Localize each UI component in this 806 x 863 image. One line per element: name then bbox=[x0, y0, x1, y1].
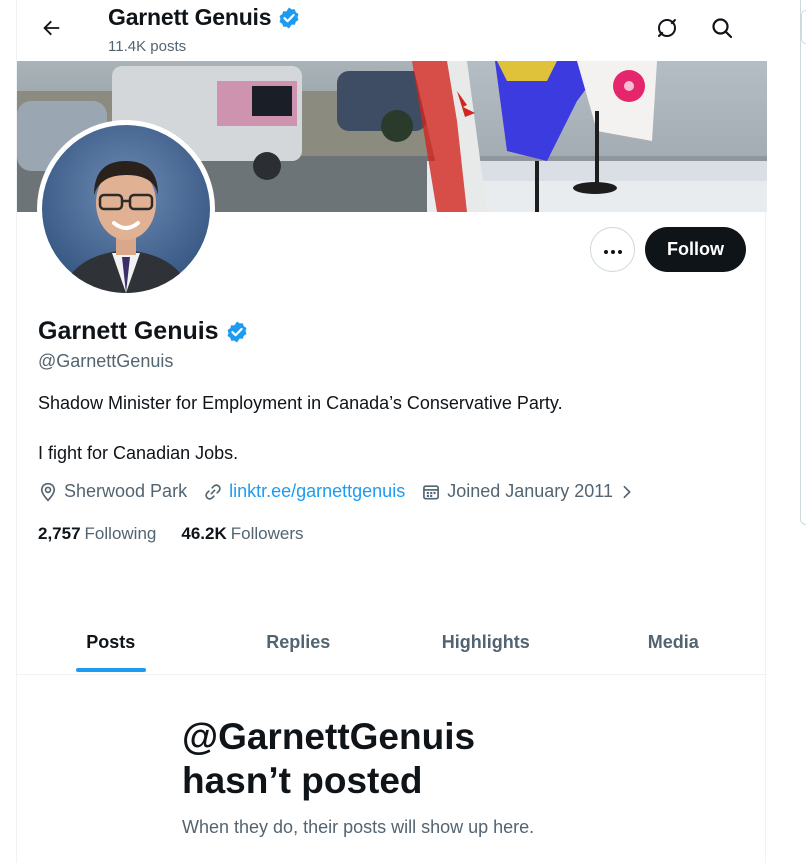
empty-state: @GarnettGenuis hasn’t posted When they d… bbox=[182, 715, 602, 838]
joined-item[interactable]: Joined January 2011 bbox=[421, 481, 635, 502]
avatar-image bbox=[42, 125, 210, 293]
grok-icon bbox=[658, 19, 676, 37]
location-text: Sherwood Park bbox=[64, 481, 188, 501]
header-display-name: Garnett Genuis bbox=[108, 4, 301, 31]
profile-column: Garnett Genuis 11.4K posts Follow Garnet… bbox=[16, 0, 767, 863]
location-item: Sherwood Park bbox=[38, 481, 187, 502]
profile-meta: Sherwood Park linktr.ee/garnettgenuis Jo… bbox=[38, 481, 651, 502]
empty-title-line: hasn’t posted bbox=[182, 760, 423, 801]
sidebar-panel-edge bbox=[800, 0, 806, 525]
chevron-right-icon bbox=[623, 485, 631, 498]
back-arrow-icon bbox=[43, 20, 60, 36]
follow-button[interactable]: Follow bbox=[645, 227, 746, 272]
link-icon bbox=[205, 483, 221, 500]
following-link[interactable]: 2,757 Following bbox=[38, 524, 156, 544]
empty-state-title: @GarnettGenuis hasn’t posted bbox=[182, 715, 602, 803]
header-post-count: 11.4K posts bbox=[108, 38, 187, 55]
bio-line: Shadow Minister for Employment in Canada… bbox=[38, 393, 563, 413]
joined-text: Joined January 2011 bbox=[447, 481, 613, 501]
tab-media[interactable]: Media bbox=[580, 610, 768, 674]
tab-label: Posts bbox=[86, 631, 136, 652]
tab-highlights[interactable]: Highlights bbox=[392, 610, 580, 674]
tab-label: Media bbox=[647, 631, 699, 652]
profile-tabs: Posts Replies Highlights Media bbox=[17, 610, 767, 675]
more-options-button[interactable] bbox=[590, 227, 635, 272]
search-button[interactable] bbox=[706, 12, 738, 44]
tab-replies[interactable]: Replies bbox=[205, 610, 393, 674]
tab-posts[interactable]: Posts bbox=[17, 610, 205, 674]
followers-link[interactable]: 46.2K Followers bbox=[181, 524, 303, 544]
website-item: linktr.ee/garnettgenuis bbox=[203, 481, 405, 502]
empty-title-line: @GarnettGenuis bbox=[182, 716, 476, 757]
search-icon bbox=[712, 18, 733, 39]
profile-header-bar: Garnett Genuis 11.4K posts bbox=[17, 0, 767, 61]
verified-badge-icon[interactable] bbox=[225, 320, 249, 344]
verified-badge-icon[interactable] bbox=[277, 6, 301, 30]
followers-label: Followers bbox=[230, 524, 304, 543]
profile-name-text: Garnett Genuis bbox=[38, 317, 219, 345]
website-link[interactable]: linktr.ee/garnettgenuis bbox=[229, 481, 405, 502]
profile-avatar[interactable] bbox=[37, 120, 215, 298]
tab-label: Highlights bbox=[441, 631, 530, 652]
bio-line: I fight for Canadian Jobs. bbox=[38, 443, 239, 463]
more-dots-icon bbox=[602, 241, 623, 259]
followers-count: 46.2K bbox=[181, 524, 227, 543]
header-name-text: Garnett Genuis bbox=[108, 4, 272, 30]
calendar-icon bbox=[423, 484, 440, 499]
empty-state-subtitle: When they do, their posts will show up h… bbox=[182, 817, 535, 837]
following-count: 2,757 bbox=[38, 524, 81, 543]
location-pin-icon bbox=[40, 482, 56, 502]
profile-display-name: Garnett Genuis bbox=[38, 317, 249, 346]
grok-button[interactable] bbox=[651, 12, 683, 44]
back-button[interactable] bbox=[35, 12, 67, 44]
tab-label: Replies bbox=[266, 631, 331, 652]
following-label: Following bbox=[84, 524, 157, 543]
profile-stats: 2,757 Following 46.2K Followers bbox=[38, 524, 303, 544]
profile-bio: Shadow Minister for Employment in Canada… bbox=[38, 391, 738, 465]
profile-handle: @GarnettGenuis bbox=[38, 351, 174, 371]
sidebar-search-edge[interactable] bbox=[801, 10, 806, 44]
active-tab-indicator bbox=[75, 668, 146, 672]
